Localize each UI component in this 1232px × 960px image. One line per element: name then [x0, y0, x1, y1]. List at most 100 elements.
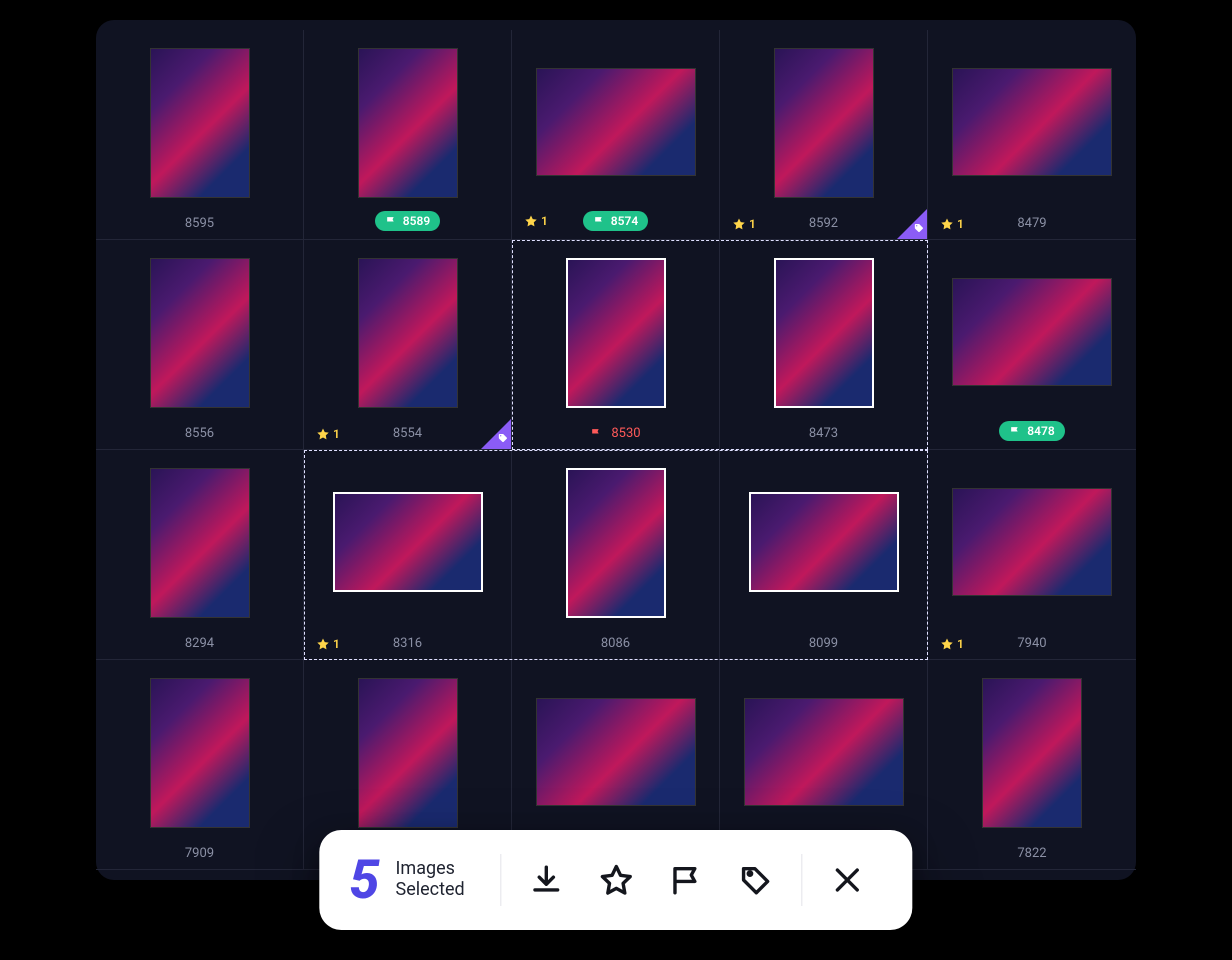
- flag-button[interactable]: [652, 850, 722, 910]
- thumbnail-image[interactable]: [150, 258, 250, 408]
- image-id: 8574: [611, 214, 638, 228]
- close-icon: [831, 863, 865, 897]
- thumbnail-image[interactable]: [749, 492, 899, 592]
- star-icon: [600, 863, 634, 897]
- selection-label: Images Selected: [396, 859, 465, 900]
- thumbnail-cell[interactable]: 8099: [720, 450, 928, 660]
- thumbnail-cell[interactable]: 8294: [96, 450, 304, 660]
- star-icon: [316, 637, 330, 651]
- star-icon: [316, 427, 330, 441]
- thumbnail-cell[interactable]: 8478: [928, 240, 1136, 450]
- selection-action-bar: 5 Images Selected: [319, 830, 912, 930]
- thumbnail-cell[interactable]: 1 8574: [512, 30, 720, 240]
- thumbnail-image[interactable]: [536, 698, 696, 806]
- flag-pill[interactable]: 8574: [583, 211, 648, 231]
- thumbnail-image[interactable]: [150, 468, 250, 618]
- rating-group: 1: [732, 217, 756, 231]
- rating-value: 1: [333, 427, 340, 441]
- thumbnail-cell[interactable]: 1 8554: [304, 240, 512, 450]
- image-id: 7909: [185, 846, 214, 861]
- thumbnail-meta: 7822: [928, 846, 1136, 861]
- thumbnail-cell[interactable]: 8530: [512, 240, 720, 450]
- thumbnail-image[interactable]: [952, 68, 1112, 176]
- star-icon: [940, 217, 954, 231]
- thumbnail-meta: 8589: [304, 211, 511, 231]
- thumbnail-image[interactable]: [566, 258, 666, 408]
- rating-group: 1: [524, 214, 548, 228]
- thumbnail-meta: 1 8574: [512, 211, 719, 231]
- thumbnail-image[interactable]: [774, 48, 874, 198]
- tag-button[interactable]: [722, 850, 792, 910]
- thumbnail-meta: 8294: [96, 636, 303, 651]
- image-id: 7940: [1017, 636, 1046, 651]
- rating-group: 1: [940, 637, 964, 651]
- thumbnail-meta: 8530: [512, 426, 719, 441]
- image-id: 8294: [185, 636, 214, 651]
- image-id: 8554: [393, 426, 422, 441]
- rating-group: 1: [316, 637, 340, 651]
- download-button[interactable]: [512, 850, 582, 910]
- thumbnail-cell[interactable]: 7909: [96, 660, 304, 870]
- thumbnail-image[interactable]: [150, 48, 250, 198]
- thumbnail-cell[interactable]: 18592: [720, 30, 928, 240]
- thumbnail-meta: 8595: [96, 216, 303, 231]
- star-icon: [732, 217, 746, 231]
- image-id: 8530: [611, 426, 640, 441]
- download-icon: [530, 863, 564, 897]
- thumbnail-cell[interactable]: 8086: [512, 450, 720, 660]
- thumbnail-cell[interactable]: 1 7940: [928, 450, 1136, 660]
- close-button[interactable]: [813, 850, 883, 910]
- rating-value: 1: [957, 217, 964, 231]
- thumbnail-image[interactable]: [744, 698, 904, 806]
- star-icon: [940, 637, 954, 651]
- flag-pill[interactable]: 8478: [999, 421, 1064, 441]
- image-id: 8099: [809, 636, 838, 651]
- thumbnail-image[interactable]: [333, 492, 483, 592]
- thumbnail-meta: 8099: [720, 636, 927, 651]
- thumbnail-cell[interactable]: 8473: [720, 240, 928, 450]
- thumbnail-cell[interactable]: 8595: [96, 30, 304, 240]
- rating-value: 1: [749, 217, 756, 231]
- rating-group: 1: [316, 427, 340, 441]
- thumbnail-image[interactable]: [358, 48, 458, 198]
- thumbnail-meta: 18316: [304, 636, 511, 651]
- thumbnail-meta: 8473: [720, 426, 927, 441]
- thumbnail-image[interactable]: [536, 68, 696, 176]
- thumbnail-image[interactable]: [150, 678, 250, 828]
- flag-pill[interactable]: 8589: [375, 211, 440, 231]
- image-id: 8595: [185, 216, 214, 231]
- thumbnail-meta: 18592: [720, 216, 927, 231]
- image-id: 8086: [601, 636, 630, 651]
- thumbnail-image[interactable]: [952, 488, 1112, 596]
- flag-indicator: [590, 427, 603, 440]
- flag-icon: [385, 215, 398, 228]
- flag-icon: [1009, 425, 1022, 438]
- image-id: 8556: [185, 426, 214, 441]
- image-id: 8473: [809, 426, 838, 441]
- thumbnail-image[interactable]: [358, 678, 458, 828]
- thumbnail-image[interactable]: [982, 678, 1082, 828]
- flag-icon: [590, 427, 603, 440]
- thumbnail-cell[interactable]: 1 8479: [928, 30, 1136, 240]
- star-button[interactable]: [582, 850, 652, 910]
- image-id: 8589: [403, 214, 430, 228]
- thumbnail-image[interactable]: [774, 258, 874, 408]
- image-id: 7822: [1017, 846, 1046, 861]
- thumbnail-cell[interactable]: 8589: [304, 30, 512, 240]
- thumbnail-cell[interactable]: 18316: [304, 450, 512, 660]
- image-id: 8479: [1017, 216, 1046, 231]
- star-icon: [524, 214, 538, 228]
- thumbnail-image[interactable]: [952, 278, 1112, 386]
- thumbnail-image[interactable]: [358, 258, 458, 408]
- thumbnail-cell[interactable]: 7822: [928, 660, 1136, 870]
- rating-value: 1: [333, 637, 340, 651]
- thumbnail-meta: 1 8554: [304, 426, 511, 441]
- image-id: 8478: [1027, 424, 1054, 438]
- rating-value: 1: [957, 637, 964, 651]
- thumbnail-meta: 8478: [928, 421, 1136, 441]
- thumbnail-image[interactable]: [566, 468, 666, 618]
- tag-icon: [740, 863, 774, 897]
- selection-count: 5: [349, 849, 379, 912]
- separator: [802, 854, 803, 906]
- thumbnail-cell[interactable]: 8556: [96, 240, 304, 450]
